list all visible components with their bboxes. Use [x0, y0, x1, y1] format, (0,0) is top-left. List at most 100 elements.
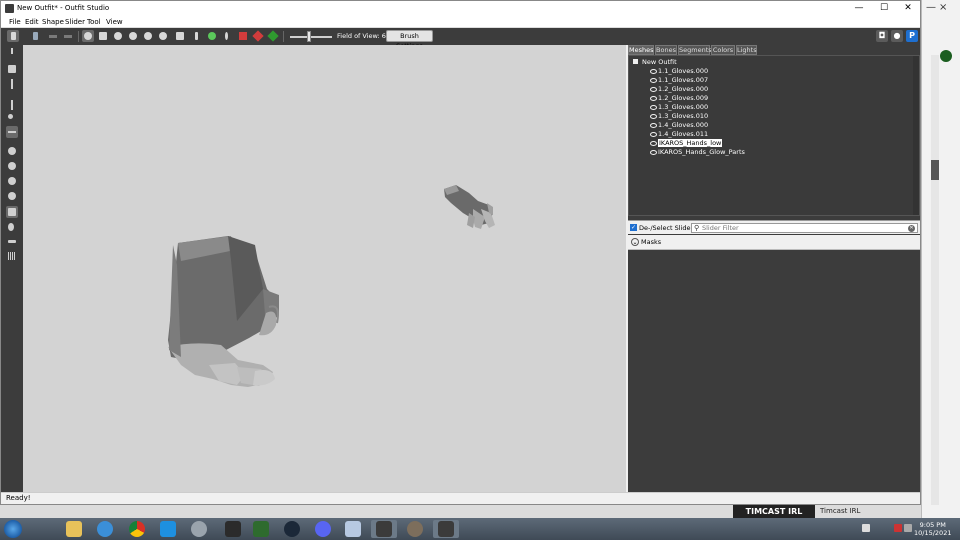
tab-colors[interactable]: Colors [711, 45, 735, 55]
discord-icon[interactable]: ◘ [876, 30, 888, 42]
menu-tool[interactable]: Tool [87, 18, 101, 26]
redo-icon[interactable] [62, 30, 74, 42]
outfit-studio-icon[interactable] [371, 520, 397, 538]
mesh-row-selected[interactable]: IKAROS_Hands_low [650, 139, 723, 147]
maximize-button[interactable]: ☐ [872, 1, 896, 15]
select-tool-icon[interactable] [6, 47, 18, 59]
transform-icon[interactable] [29, 30, 41, 42]
mesh-tree-scrollbar[interactable] [913, 56, 919, 215]
transform-tool-icon[interactable] [6, 63, 18, 75]
warning-icon[interactable] [237, 30, 249, 42]
visibility-eye-icon[interactable] [650, 131, 657, 137]
brush-settings-button[interactable]: Brush Settings [386, 30, 433, 50]
steam-icon[interactable] [279, 520, 305, 538]
chevron-down-icon[interactable]: ⌄ [631, 238, 639, 246]
brush-undiff-icon[interactable] [142, 30, 154, 42]
menu-edit[interactable]: Edit [25, 18, 39, 26]
select-icon[interactable] [7, 30, 19, 42]
menu-slider[interactable]: Slider [65, 18, 85, 26]
start-button[interactable] [4, 520, 22, 538]
app-icon[interactable] [155, 520, 181, 538]
tab-lights[interactable]: Lights [736, 45, 757, 55]
ie-icon[interactable] [92, 520, 118, 538]
brush-standard-icon[interactable] [82, 30, 94, 42]
mesh-row[interactable]: 1.1_Gloves.007 [650, 76, 708, 84]
tab-meshes[interactable]: Meshes [628, 45, 654, 55]
center-icon[interactable] [267, 30, 279, 42]
field-of-view-slider-thumb[interactable] [307, 31, 311, 42]
minimize-button[interactable]: — [847, 1, 871, 15]
visibility-eye-icon[interactable] [650, 104, 657, 110]
pen-icon[interactable] [191, 30, 203, 42]
cursor-icon[interactable] [220, 520, 246, 538]
tray-expand-icon[interactable] [862, 524, 870, 532]
3d-viewport[interactable] [23, 45, 626, 492]
deflate-brush-icon[interactable] [6, 145, 18, 157]
mesh-row[interactable]: 1.3_Gloves.000 [650, 103, 708, 111]
close-button[interactable]: ✕ [896, 1, 920, 15]
tab-bones[interactable]: Bones [655, 45, 677, 55]
visibility-eye-icon[interactable] [650, 68, 657, 74]
inflate-brush-icon[interactable] [6, 126, 18, 138]
mesh-row[interactable]: 1.3_Gloves.010 [650, 112, 708, 120]
field-of-view-slider-track[interactable] [290, 36, 332, 38]
notepad-icon[interactable] [340, 520, 366, 538]
menu-view[interactable]: View [106, 18, 123, 26]
network-icon[interactable] [904, 524, 912, 532]
alpha-brush-icon[interactable] [6, 221, 18, 233]
explorer-icon[interactable] [61, 520, 87, 538]
terminal-icon[interactable] [248, 520, 274, 538]
clock[interactable]: 9:05 PM 10/15/2021 [914, 521, 951, 537]
mesh-row[interactable]: IKAROS_Hands_Glow_Parts [650, 148, 745, 156]
patreon-icon[interactable]: P [906, 30, 918, 42]
visibility-eye-icon[interactable] [650, 140, 657, 146]
masks-row[interactable]: ⌄ Masks [628, 235, 920, 250]
mesh-row[interactable]: 1.2_Gloves.000 [650, 85, 708, 93]
clear-filter-icon[interactable]: ✕ [908, 225, 915, 232]
smooth-brush-icon[interactable] [6, 160, 18, 172]
visibility-eye-icon[interactable] [650, 95, 657, 101]
menu-shape[interactable]: Shape [42, 18, 64, 26]
brush-color-icon[interactable] [206, 30, 218, 42]
outfit-studio-icon-2[interactable] [433, 520, 459, 538]
eraser-icon[interactable] [174, 30, 186, 42]
chrome-icon[interactable] [124, 520, 150, 538]
pivot-tool-icon[interactable] [6, 78, 18, 90]
photos-icon[interactable] [186, 520, 212, 538]
skyrim-icon[interactable] [402, 520, 428, 538]
undo-icon[interactable] [47, 30, 59, 42]
slider-filter-input[interactable] [702, 224, 902, 232]
visibility-eye-icon[interactable] [650, 122, 657, 128]
tab-segments[interactable]: Segments [678, 45, 712, 55]
slider-filter-field[interactable]: ⚲ ✕ [691, 223, 918, 233]
brush-move-icon[interactable] [112, 30, 124, 42]
grid-icon[interactable] [6, 250, 18, 262]
mask-icon[interactable] [252, 30, 264, 42]
title-bar[interactable]: New Outfit* - Outfit Studio — ☐ ✕ [1, 1, 920, 17]
move-brush-icon[interactable] [6, 175, 18, 187]
brush-alpha-icon[interactable] [221, 30, 233, 42]
deselect-sliders-label[interactable]: De-/Select Sliders [639, 224, 697, 232]
menu-file[interactable]: File [9, 18, 21, 26]
vertex-tool-icon[interactable] [6, 99, 18, 111]
visibility-eye-icon[interactable] [650, 86, 657, 92]
mesh-row[interactable]: 1.1_Gloves.000 [650, 67, 708, 75]
color-brush-icon[interactable] [6, 206, 18, 218]
collapse-icon[interactable] [633, 59, 638, 64]
visibility-eye-icon[interactable] [650, 149, 657, 155]
brush-weight-icon[interactable] [157, 30, 169, 42]
visibility-eye-icon[interactable] [650, 77, 657, 83]
brush-deflate-icon[interactable] [97, 30, 109, 42]
mask-brush-icon[interactable] [6, 112, 18, 124]
bone-icon[interactable] [6, 235, 18, 247]
tree-root[interactable]: New Outfit [633, 58, 677, 66]
mesh-row[interactable]: 1.4_Gloves.011 [650, 130, 708, 138]
deselect-sliders-checkbox[interactable]: ✓ [630, 224, 637, 231]
discord-icon[interactable] [310, 520, 336, 538]
mesh-row[interactable]: 1.2_Gloves.009 [650, 94, 708, 102]
github-icon[interactable]: ● [891, 30, 903, 42]
weight-brush-icon[interactable] [6, 190, 18, 202]
visibility-eye-icon[interactable] [650, 113, 657, 119]
brush-smooth-icon[interactable] [127, 30, 139, 42]
mesh-row[interactable]: 1.4_Gloves.000 [650, 121, 708, 129]
